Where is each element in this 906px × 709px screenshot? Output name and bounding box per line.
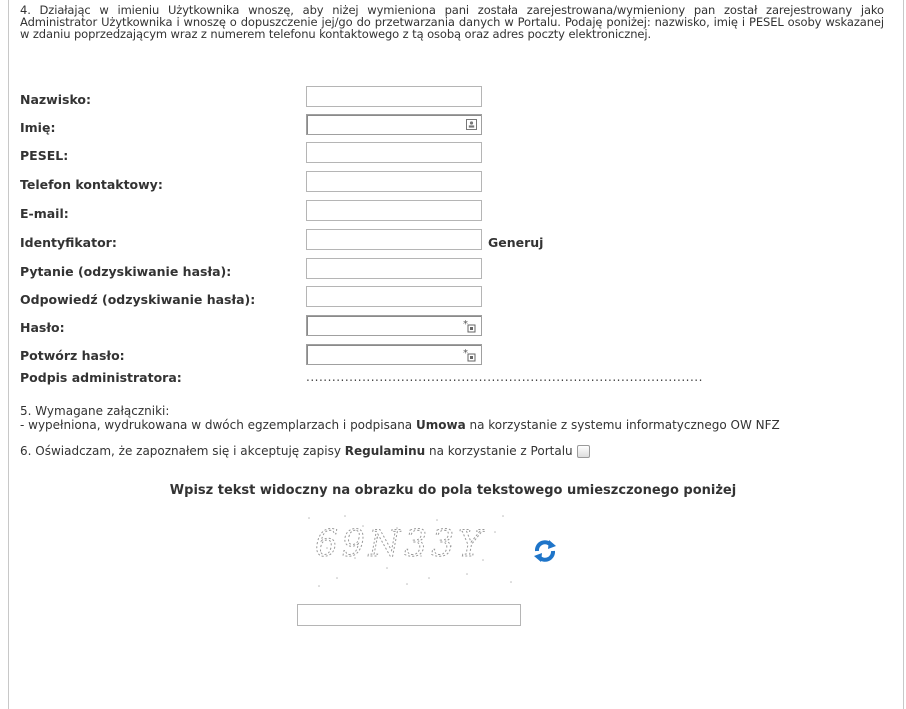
nazwisko-input[interactable]	[306, 86, 482, 107]
label-nazwisko: Nazwisko:	[20, 92, 92, 107]
umowa-label: Umowa	[415, 418, 466, 432]
svg-text:*: *	[463, 319, 468, 330]
password-key-icon: *	[463, 348, 477, 365]
declaration-prefix: 6. Oświadczam, że zapoznałem się i akcep…	[20, 444, 345, 458]
imie-input[interactable]	[306, 114, 482, 135]
attachments-heading: 5. Wymagane załączniki:	[20, 404, 170, 418]
label-telefon: Telefon kontaktowy:	[20, 177, 163, 192]
label-identyfikator: Identyfikator:	[20, 235, 117, 250]
attachments-item-prefix: - wypełniona, wydrukowana w dwóch egzemp…	[20, 418, 416, 432]
declaration-suffix: na korzystanie z Portalu	[425, 444, 573, 458]
captcha-image: 69N33Y	[297, 508, 521, 592]
label-potworz: Potwórz hasło:	[20, 348, 125, 363]
contact-card-icon	[466, 119, 477, 133]
attachments-item: - wypełniona, wydrukowana w dwóch egzemp…	[20, 418, 780, 432]
pytanie-input[interactable]	[306, 258, 482, 279]
password-key-icon: *	[463, 319, 477, 336]
telefon-input[interactable]	[306, 171, 482, 192]
intro-paragraph: 4. Działając w imieniu Użytkownika wnosz…	[20, 3, 884, 41]
label-odpowiedz: Odpowiedź (odzyskiwanie hasła):	[20, 292, 256, 307]
captcha-input[interactable]	[297, 604, 521, 626]
label-haslo: Hasło:	[20, 320, 65, 335]
label-email: E-mail:	[20, 206, 69, 221]
identyfikator-input[interactable]	[306, 229, 482, 250]
captcha-title: Wpisz tekst widoczny na obrazku do pola …	[169, 483, 737, 498]
pesel-input[interactable]	[306, 142, 482, 163]
odpowiedz-input[interactable]	[306, 286, 482, 307]
haslo-input[interactable]: *	[306, 315, 482, 336]
email-input[interactable]	[306, 200, 482, 221]
regulamin-label: Regulaminu	[344, 444, 426, 458]
label-pytanie: Pytanie (odzyskiwanie hasła):	[20, 264, 232, 279]
generate-link[interactable]: Generuj	[488, 235, 543, 250]
label-podpis: Podpis administratora:	[20, 370, 182, 385]
accept-checkbox[interactable]	[576, 445, 590, 458]
attachments-item-suffix: na korzystanie z systemu informatycznego…	[465, 418, 780, 432]
label-imie: Imię:	[20, 120, 56, 135]
svg-text:*: *	[463, 348, 468, 359]
captcha-text: 69N33Y	[315, 524, 486, 565]
signature-line: ........................................…	[306, 370, 703, 384]
declaration: 6. Oświadczam, że zapoznałem się i akcep…	[20, 444, 590, 458]
label-pesel: PESEL:	[20, 148, 69, 163]
refresh-captcha-icon[interactable]	[531, 537, 559, 565]
potworz-haslo-input[interactable]: *	[306, 344, 482, 365]
